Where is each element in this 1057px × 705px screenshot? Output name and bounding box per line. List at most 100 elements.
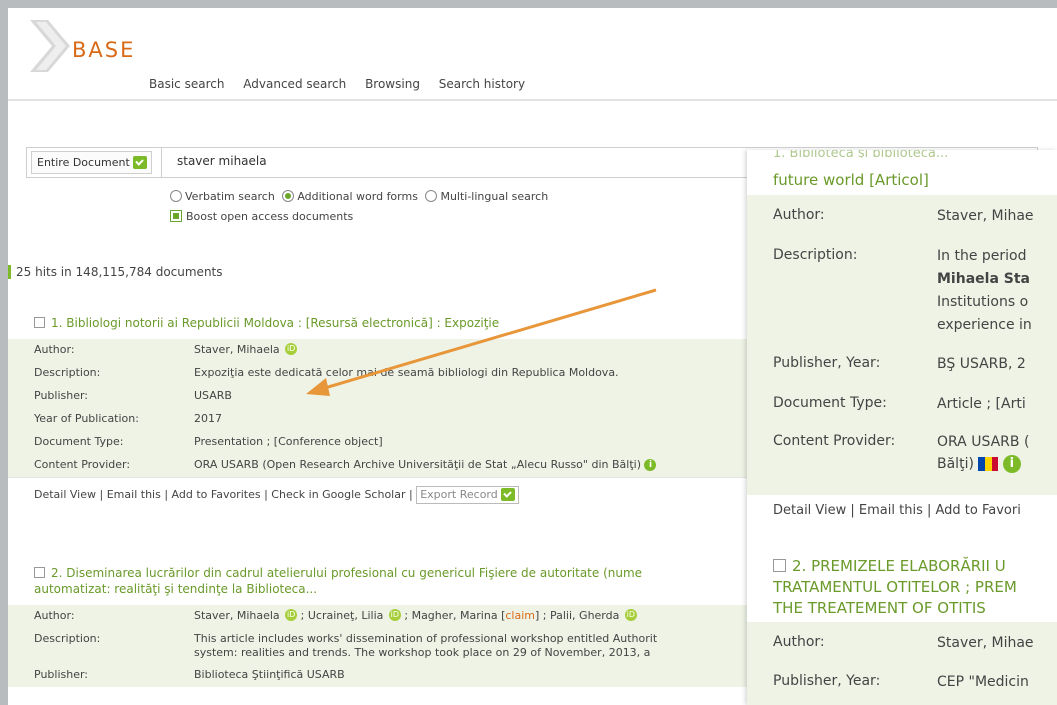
zoom-provider-city: Bălţi) bbox=[937, 456, 974, 472]
publisher-value: Biblioteca Ştiinţifică USARB bbox=[194, 668, 345, 681]
detail-row-year: Year of Publication: 2017 bbox=[28, 408, 748, 431]
claim-link[interactable]: claim bbox=[505, 609, 535, 622]
zoom-title-1[interactable]: future world [Articol] bbox=[773, 171, 929, 190]
result-title-link-continued[interactable]: automatizat: realităţi şi tendinţe la Bi… bbox=[34, 582, 317, 596]
result-title-link[interactable]: 1. Bibliologi notorii ai Republicii Mold… bbox=[51, 316, 499, 330]
year-label: Year of Publication: bbox=[34, 412, 139, 425]
zoom-description-line: Mihaela Sta bbox=[937, 271, 1030, 287]
search-scope-label: Entire Document bbox=[37, 156, 130, 169]
detail-row-provider: Content Provider: ORA USARB (Open Resear… bbox=[28, 454, 748, 477]
description-value: This article includes works' disseminati… bbox=[194, 632, 658, 659]
author-link[interactable]: Ucraineţ, Lilia bbox=[308, 609, 384, 622]
author-value: Staver, Mihaela iD bbox=[194, 343, 298, 356]
publisher-value: USARB bbox=[194, 389, 232, 402]
search-bar-separator bbox=[161, 148, 162, 177]
detail-row-doctype: Document Type: Presentation ; [Conferenc… bbox=[28, 431, 748, 454]
doctype-label: Document Type: bbox=[34, 435, 124, 448]
provider-label: Content Provider: bbox=[34, 458, 131, 471]
zoom-doctype-label: Document Type: bbox=[773, 395, 887, 411]
detail-view-link[interactable]: Detail View bbox=[34, 488, 96, 501]
orcid-icon[interactable]: iD bbox=[285, 343, 298, 355]
search-scope-select[interactable]: Entire Document bbox=[31, 151, 152, 174]
hits-count: 25 hits in 148,115,784 documents bbox=[8, 265, 223, 279]
zoom-pubyear-value: BŞ USARB, 2 bbox=[937, 356, 1026, 372]
detail-row-description: Description: This article includes works… bbox=[28, 628, 748, 664]
radio-selected-icon bbox=[282, 190, 295, 202]
export-record-button[interactable]: Export Record bbox=[416, 486, 519, 504]
zoom-author-value[interactable]: Staver, Mihae bbox=[937, 206, 1034, 226]
action-divider: | bbox=[264, 488, 268, 501]
export-record-label: Export Record bbox=[420, 488, 498, 501]
boost-open-access-checkbox[interactable]: Boost open access documents bbox=[170, 210, 353, 223]
cut-title[interactable]: 1. Biblioteca şi biblioteca... bbox=[773, 150, 948, 158]
nav-browsing[interactable]: Browsing bbox=[365, 77, 420, 91]
author-link[interactable]: Magher, Marina bbox=[412, 609, 498, 622]
zoom-description-line: experience in bbox=[937, 317, 1032, 333]
option-verbatim[interactable]: Verbatim search bbox=[170, 190, 275, 203]
result-item: 2. Diseminarea lucrărilor din cadrul ate… bbox=[8, 565, 748, 687]
detail-row-publisher: Publisher: Biblioteca Ştiinţifică USARB bbox=[28, 664, 748, 687]
author-label: Author: bbox=[34, 609, 75, 622]
info-icon[interactable]: i bbox=[644, 459, 657, 471]
detail-row-description: Description: Expoziţia este dedicată cel… bbox=[28, 362, 748, 385]
chevron-down-icon bbox=[500, 487, 515, 501]
logo-text: BASE bbox=[72, 38, 136, 62]
zoom-provider-value-2: Bălţi) i bbox=[937, 454, 1021, 474]
action-divider: | bbox=[409, 488, 413, 501]
detail-row-author: Author: Staver, Mihaela iD ; Ucraineţ, L… bbox=[28, 605, 748, 628]
zoom-pubyear-label: Publisher, Year: bbox=[773, 673, 881, 689]
provider-link[interactable]: ORA USARB (Open Research Archive Univers… bbox=[194, 458, 641, 471]
zoom-pubyear-value: CEP "Medicin bbox=[937, 674, 1029, 690]
author-link[interactable]: Staver, Mihaela bbox=[194, 609, 280, 622]
result-actions: Detail View | Email this | Add to Favori… bbox=[8, 477, 748, 508]
radio-icon bbox=[170, 190, 182, 202]
author-label: Author: bbox=[34, 343, 75, 356]
boost-label: Boost open access documents bbox=[186, 210, 354, 223]
zoom-title-2-line-3[interactable]: THE TREATEMENT OF OTITIS bbox=[773, 599, 986, 618]
search-input[interactable]: staver mihaela bbox=[177, 154, 267, 168]
zoom-title-2-line-2[interactable]: TRATAMENTUL OTITELOR ; PREM bbox=[773, 578, 1017, 597]
orcid-icon[interactable]: iD bbox=[624, 609, 637, 621]
orcid-icon[interactable]: iD bbox=[285, 609, 298, 621]
result-select-checkbox[interactable] bbox=[34, 317, 45, 328]
radio-icon bbox=[425, 190, 438, 202]
option-multilingual[interactable]: Multi-lingual search bbox=[425, 190, 548, 203]
result-details: Author: Staver, Mihaela iD ; Ucraineţ, L… bbox=[8, 605, 748, 687]
zoom-result-actions[interactable]: Detail View | Email this | Add to Favori bbox=[773, 503, 1021, 518]
result-title-row: 1. Bibliologi notorii ai Republicii Mold… bbox=[8, 315, 748, 331]
option-additional-word-forms[interactable]: Additional word forms bbox=[282, 190, 418, 203]
zoom-panel: 1. Biblioteca şi biblioteca... future wo… bbox=[747, 150, 1057, 705]
result-select-checkbox[interactable] bbox=[34, 567, 45, 578]
description-label: Description: bbox=[34, 632, 101, 645]
checkbox-checked-icon bbox=[170, 210, 182, 222]
zoom-title-2[interactable]: 2. PREMIZELE ELABORĂRII U bbox=[773, 557, 1006, 576]
zoom-description-line: Institutions o bbox=[937, 294, 1029, 310]
nav-advanced-search[interactable]: Advanced search bbox=[243, 77, 346, 91]
info-icon[interactable]: i bbox=[1002, 455, 1021, 473]
nav-search-history[interactable]: Search history bbox=[439, 77, 525, 91]
result-select-checkbox[interactable] bbox=[773, 559, 786, 572]
author-link[interactable]: Staver, Mihaela bbox=[194, 343, 280, 356]
doctype-value: Presentation ; [Conference object] bbox=[194, 435, 383, 448]
result-title-link[interactable]: 2. Diseminarea lucrărilor din cadrul ate… bbox=[51, 566, 642, 580]
nav-basic-search[interactable]: Basic search bbox=[149, 77, 224, 91]
top-navigation: Basic search Advanced search Browsing Se… bbox=[149, 77, 540, 91]
orcid-icon[interactable]: iD bbox=[388, 609, 401, 621]
zoom-provider-label: Content Provider: bbox=[773, 433, 896, 449]
result-title-row: 2. Diseminarea lucrărilor din cadrul ate… bbox=[8, 565, 748, 597]
email-this-link[interactable]: Email this bbox=[107, 488, 161, 501]
authors-value: Staver, Mihaela iD ; Ucraineţ, Lilia iD … bbox=[194, 609, 637, 622]
google-scholar-link[interactable]: Check in Google Scholar bbox=[271, 488, 405, 501]
chevron-down-icon bbox=[132, 155, 147, 169]
base-logo-chevron-icon bbox=[30, 20, 70, 72]
zoom-provider-value[interactable]: ORA USARB ( bbox=[937, 432, 1029, 452]
action-divider: | bbox=[99, 488, 104, 501]
add-to-favorites-link[interactable]: Add to Favorites bbox=[172, 488, 261, 501]
detail-row-author: Author: Staver, Mihaela iD bbox=[28, 339, 748, 362]
result-details: Author: Staver, Mihaela iD Description: … bbox=[8, 339, 748, 477]
search-options: Verbatim search Additional word forms Mu… bbox=[170, 190, 548, 203]
result-item: 1. Bibliologi notorii ai Republicii Mold… bbox=[8, 315, 748, 508]
zoom-author-value[interactable]: Staver, Mihae bbox=[937, 633, 1034, 653]
base-logo[interactable]: BASE bbox=[30, 20, 170, 72]
author-link[interactable]: Palii, Gherda bbox=[550, 609, 619, 622]
